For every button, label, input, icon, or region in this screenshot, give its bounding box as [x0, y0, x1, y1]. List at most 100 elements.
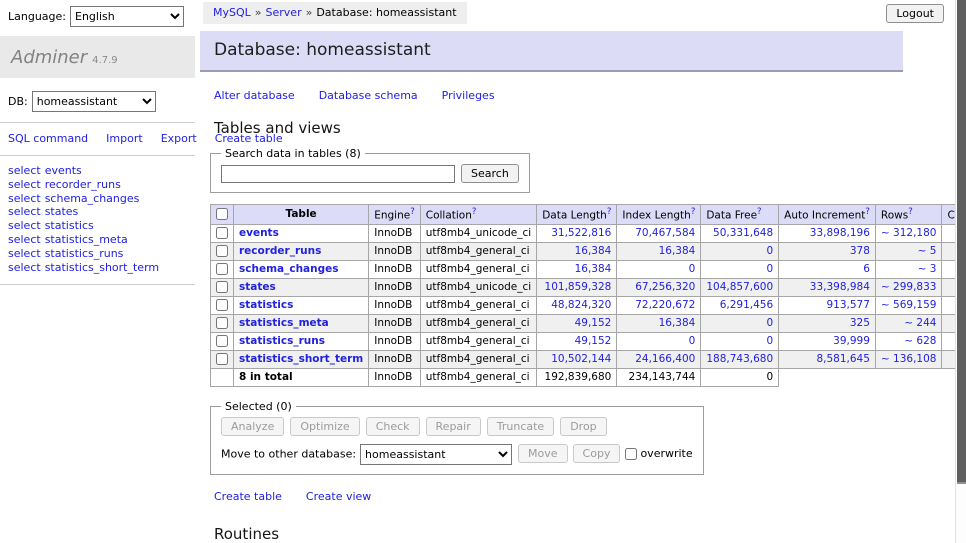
search-input[interactable]	[221, 165, 455, 183]
help-link[interactable]: ?	[607, 207, 612, 217]
row-checkbox[interactable]	[216, 299, 228, 311]
alter-database-link[interactable]: Alter database	[214, 89, 295, 102]
auto-increment-link[interactable]: 325	[784, 317, 870, 329]
auto-increment-link[interactable]: 39,999	[784, 335, 870, 347]
select-link[interactable]: select	[8, 178, 41, 191]
table-name-link[interactable]: statistics_runs	[239, 335, 325, 347]
search-button[interactable]: Search	[461, 164, 519, 183]
table-name-link[interactable]: recorder_runs	[239, 245, 321, 257]
drop-button[interactable]: Drop	[560, 417, 606, 436]
data-free-link[interactable]: 6,291,456	[706, 299, 773, 311]
index-length-link[interactable]: 67,256,320	[622, 281, 695, 293]
data-free-link[interactable]: 104,857,600	[706, 281, 773, 293]
truncate-button[interactable]: Truncate	[487, 417, 554, 436]
data-length-link[interactable]: 16,384	[542, 263, 611, 275]
index-length-link[interactable]: 0	[622, 335, 695, 347]
table-name-link[interactable]: statistics	[239, 299, 293, 311]
rows-count-link[interactable]: ~ 244	[881, 317, 937, 329]
index-length-link[interactable]: 16,384	[622, 245, 695, 257]
copy-button[interactable]: Copy	[573, 444, 621, 463]
row-checkbox[interactable]	[216, 281, 228, 293]
overwrite-checkbox[interactable]	[625, 448, 637, 460]
index-length-link[interactable]: 16,384	[622, 317, 695, 329]
select-link[interactable]: select	[8, 164, 41, 177]
check-button[interactable]: Check	[366, 417, 420, 436]
sidebar-table-link[interactable]: states	[45, 205, 79, 218]
data-length-link[interactable]: 16,384	[542, 245, 611, 257]
row-checkbox[interactable]	[216, 317, 228, 329]
index-length-link[interactable]: 72,220,672	[622, 299, 695, 311]
data-free-link[interactable]: 0	[706, 263, 773, 275]
index-length-link[interactable]: 70,467,584	[622, 227, 695, 239]
auto-increment-link[interactable]: 33,898,196	[784, 227, 870, 239]
db-select[interactable]: homeassistant	[32, 91, 156, 112]
move-button[interactable]: Move	[518, 444, 568, 463]
sidebar-table-link[interactable]: recorder_runs	[45, 178, 121, 191]
auto-increment-link[interactable]: 33,398,984	[784, 281, 870, 293]
data-length-link[interactable]: 101,859,328	[542, 281, 611, 293]
data-length-link[interactable]: 49,152	[542, 335, 611, 347]
breadcrumb-mysql-link[interactable]: MySQL	[213, 6, 251, 19]
select-all-checkbox[interactable]	[216, 208, 228, 220]
data-free-link[interactable]: 0	[706, 245, 773, 257]
import-link[interactable]: Import	[106, 132, 143, 145]
sidebar-table-link[interactable]: statistics_short_term	[45, 261, 159, 274]
data-free-link[interactable]: 188,743,680	[706, 353, 773, 365]
sidebar-table-link[interactable]: statistics_meta	[45, 233, 128, 246]
rows-count-link[interactable]: ~ 136,108	[881, 353, 937, 365]
sql-command-link[interactable]: SQL command	[8, 132, 88, 145]
index-length-link[interactable]: 0	[622, 263, 695, 275]
database-schema-link[interactable]: Database schema	[319, 89, 418, 102]
sidebar-table-link[interactable]: statistics	[45, 219, 94, 232]
rows-count-link[interactable]: ~ 628	[881, 335, 937, 347]
select-link[interactable]: select	[8, 233, 41, 246]
logout-button[interactable]: Logout	[886, 4, 944, 23]
optimize-button[interactable]: Optimize	[290, 417, 359, 436]
row-checkbox[interactable]	[216, 245, 228, 257]
data-length-link[interactable]: 10,502,144	[542, 353, 611, 365]
data-free-link[interactable]: 0	[706, 317, 773, 329]
data-length-link[interactable]: 48,824,320	[542, 299, 611, 311]
language-select[interactable]: English	[70, 6, 184, 27]
select-link[interactable]: select	[8, 205, 41, 218]
scrollbar-thumb[interactable]	[957, 0, 966, 484]
create-table-link[interactable]: Create table	[214, 490, 282, 503]
sidebar-table-link[interactable]: statistics_runs	[45, 247, 124, 260]
data-free-link[interactable]: 0	[706, 335, 773, 347]
help-link[interactable]: ?	[757, 207, 762, 217]
help-link[interactable]: ?	[691, 207, 696, 217]
row-checkbox[interactable]	[216, 227, 228, 239]
table-name-link[interactable]: statistics_short_term	[239, 353, 363, 365]
data-length-link[interactable]: 31,522,816	[542, 227, 611, 239]
rows-count-link[interactable]: ~ 299,833	[881, 281, 937, 293]
analyze-button[interactable]: Analyze	[221, 417, 284, 436]
select-link[interactable]: select	[8, 219, 41, 232]
rows-count-link[interactable]: ~ 312,180	[881, 227, 937, 239]
auto-increment-link[interactable]: 6	[784, 263, 870, 275]
select-link[interactable]: select	[8, 261, 41, 274]
help-link[interactable]: ?	[908, 207, 913, 217]
breadcrumb-server-link[interactable]: Server	[266, 6, 302, 19]
rows-count-link[interactable]: ~ 569,159	[881, 299, 937, 311]
privileges-link[interactable]: Privileges	[442, 89, 495, 102]
table-name-link[interactable]: schema_changes	[239, 263, 339, 275]
rows-count-link[interactable]: ~ 5	[881, 245, 937, 257]
index-length-link[interactable]: 24,166,400	[622, 353, 695, 365]
data-length-link[interactable]: 49,152	[542, 317, 611, 329]
sidebar-table-link[interactable]: schema_changes	[45, 192, 140, 205]
auto-increment-link[interactable]: 913,577	[784, 299, 870, 311]
move-database-select[interactable]: homeassistant	[360, 444, 512, 465]
rows-count-link[interactable]: ~ 3	[881, 263, 937, 275]
create-view-link[interactable]: Create view	[306, 490, 371, 503]
table-name-link[interactable]: statistics_meta	[239, 317, 329, 329]
help-link[interactable]: ?	[472, 207, 477, 217]
vertical-scrollbar[interactable]	[955, 0, 966, 543]
row-checkbox[interactable]	[216, 335, 228, 347]
repair-button[interactable]: Repair	[426, 417, 481, 436]
row-checkbox[interactable]	[216, 263, 228, 275]
table-name-link[interactable]: states	[239, 281, 276, 293]
help-link[interactable]: ?	[865, 207, 870, 217]
sidebar-table-link[interactable]: events	[45, 164, 82, 177]
select-link[interactable]: select	[8, 247, 41, 260]
row-checkbox[interactable]	[216, 353, 228, 365]
